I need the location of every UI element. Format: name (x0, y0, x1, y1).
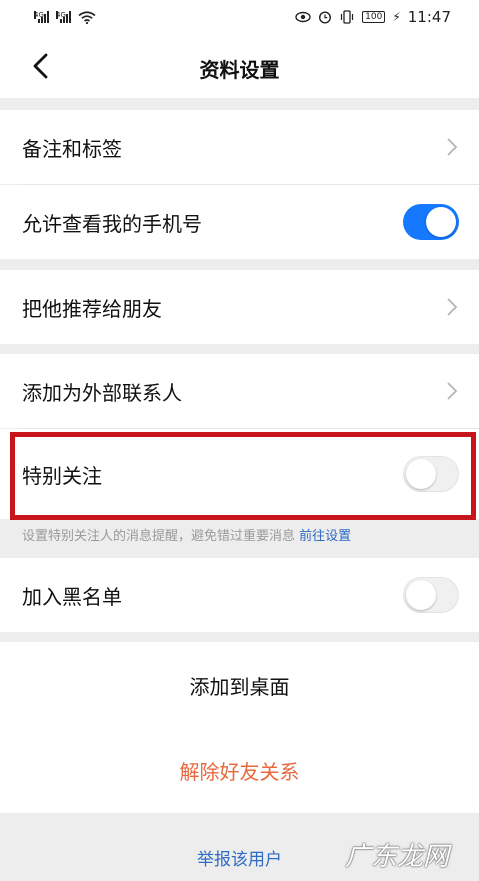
charging-icon: ⚡ (392, 10, 401, 24)
add-blacklist-toggle[interactable] (403, 577, 459, 613)
hint-text: 设置特别关注人的消息提醒，避免错过重要消息 (22, 529, 296, 544)
watermark-logo: 广东龙网 (345, 842, 450, 872)
add-external-contact-label: 添加为外部联系人 (22, 380, 182, 405)
chevron-right-icon (445, 381, 459, 401)
network-type-label-2: 4G (56, 11, 66, 19)
recommend-friend-row[interactable]: 把他推荐给朋友 (0, 270, 479, 344)
remove-friend-button[interactable]: 解除好友关系 (0, 727, 479, 813)
nav-bar: 资料设置 (0, 34, 479, 98)
wifi-icon (78, 10, 96, 24)
toggle-knob (406, 580, 436, 610)
add-blacklist-label: 加入黑名单 (22, 584, 122, 609)
network-type-label: 4G (34, 11, 44, 19)
remark-tags-label: 备注和标签 (22, 136, 122, 161)
add-external-contact-row[interactable]: 添加为外部联系人 (0, 354, 479, 428)
allow-view-phone-toggle[interactable] (403, 204, 459, 240)
goto-settings-link[interactable]: 前往设置 (299, 529, 351, 544)
add-blacklist-row: 加入黑名单 (0, 558, 479, 632)
cellular-signal-icon: 4G (34, 11, 49, 23)
status-right: 100 ⚡ 11:47 (295, 8, 451, 26)
special-attention-hint: 设置特别关注人的消息提醒，避免错过重要消息 前往设置 (22, 525, 351, 544)
special-attention-row: 特别关注 (0, 429, 479, 519)
alarm-icon (319, 11, 332, 24)
vibrate-icon (341, 10, 354, 24)
toggle-knob (406, 459, 436, 489)
special-attention-label: 特别关注 (22, 463, 102, 488)
allow-view-phone-label: 允许查看我的手机号 (22, 211, 202, 236)
remark-tags-row[interactable]: 备注和标签 (0, 110, 479, 184)
status-bar: 4G 4G 100 ⚡ 11:47 (0, 0, 479, 34)
status-time: 11:47 (407, 8, 451, 26)
chevron-right-icon (445, 137, 459, 157)
page-title: 资料设置 (199, 58, 280, 82)
cellular-signal-icon-2: 4G (56, 11, 71, 23)
add-to-desktop-button[interactable]: 添加到桌面 (0, 642, 479, 728)
eye-icon (295, 11, 311, 23)
status-left: 4G 4G (34, 10, 96, 24)
battery-icon: 100 (362, 11, 386, 23)
chevron-right-icon (445, 297, 459, 317)
recommend-friend-label: 把他推荐给朋友 (22, 296, 162, 321)
special-attention-toggle[interactable] (403, 456, 459, 492)
allow-view-phone-row: 允许查看我的手机号 (0, 185, 479, 259)
toggle-knob (426, 207, 456, 237)
